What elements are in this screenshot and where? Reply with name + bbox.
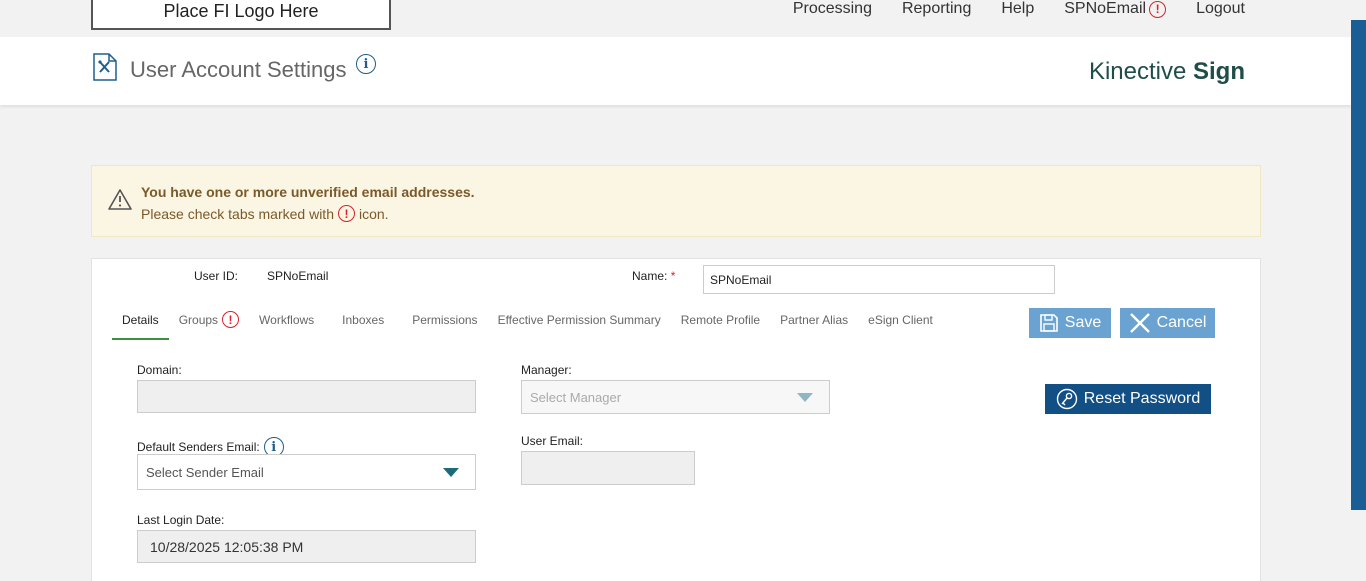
user-settings-panel: User ID: SPNoEmail Name: * Details Group… bbox=[91, 258, 1261, 581]
info-icon[interactable]: i bbox=[356, 54, 376, 74]
user-id-value: SPNoEmail bbox=[267, 269, 329, 283]
alert-message-prefix: Please check tabs marked with bbox=[141, 205, 334, 222]
nav-reporting[interactable]: Reporting bbox=[902, 0, 971, 18]
top-navigation: Place FI Logo Here Processing Reporting … bbox=[0, 0, 1351, 37]
last-login-label: Last Login Date: bbox=[137, 513, 225, 527]
nav-user-menu[interactable]: SPNoEmail ! bbox=[1064, 0, 1167, 18]
alert-title: You have one or more unverified email ad… bbox=[141, 184, 475, 200]
key-icon bbox=[1056, 388, 1077, 410]
chevron-down-icon bbox=[797, 393, 813, 402]
name-label: Name: * bbox=[632, 269, 676, 283]
tab-inboxes[interactable]: Inboxes bbox=[324, 303, 394, 340]
warning-triangle-icon bbox=[108, 189, 132, 210]
alert-message: Please check tabs marked with ! icon. bbox=[141, 205, 389, 222]
cancel-button[interactable]: Cancel bbox=[1120, 308, 1215, 338]
manager-label: Manager: bbox=[521, 363, 572, 377]
settings-tabs: Details Groups! Workflows Inboxes Permis… bbox=[112, 303, 943, 340]
tab-permissions[interactable]: Permissions bbox=[394, 303, 487, 340]
tab-partner-alias[interactable]: Partner Alias bbox=[770, 303, 858, 340]
nav-processing[interactable]: Processing bbox=[793, 0, 872, 18]
settings-document-icon bbox=[93, 53, 117, 81]
tab-esign-client[interactable]: eSign Client bbox=[858, 303, 943, 340]
tab-workflows[interactable]: Workflows bbox=[249, 303, 324, 340]
save-icon bbox=[1039, 314, 1058, 332]
fi-logo-placeholder: Place FI Logo Here bbox=[91, 0, 391, 30]
reset-password-button[interactable]: Reset Password bbox=[1045, 384, 1211, 414]
brand-light: Kinective bbox=[1088, 58, 1187, 85]
tab-effective-permission-summary[interactable]: Effective Permission Summary bbox=[488, 303, 671, 340]
scrollbar[interactable] bbox=[1351, 20, 1366, 510]
unverified-email-alert: You have one or more unverified email ad… bbox=[91, 165, 1261, 237]
tab-remote-profile[interactable]: Remote Profile bbox=[671, 303, 770, 340]
close-icon bbox=[1129, 313, 1150, 333]
user-id-label: User ID: bbox=[194, 269, 239, 283]
warning-icon: ! bbox=[1149, 0, 1167, 18]
domain-label: Domain: bbox=[137, 363, 182, 377]
alert-message-suffix: icon. bbox=[358, 205, 389, 222]
last-login-field: 10/28/2025 12:05:38 PM bbox=[137, 530, 476, 563]
save-button[interactable]: Save bbox=[1029, 308, 1111, 338]
nav-user-name: SPNoEmail bbox=[1064, 0, 1147, 17]
sender-email-select[interactable]: Select Sender Email bbox=[137, 454, 476, 490]
user-email-field[interactable] bbox=[521, 451, 695, 485]
main-nav: Processing Reporting Help SPNoEmail ! Lo… bbox=[793, 0, 1245, 18]
domain-field bbox=[137, 380, 476, 413]
warning-icon: ! bbox=[222, 311, 240, 328]
nav-logout[interactable]: Logout bbox=[1196, 0, 1245, 18]
warning-icon: ! bbox=[337, 205, 355, 222]
brand-logo: Kinective Sign bbox=[1089, 58, 1245, 86]
chevron-down-icon bbox=[443, 468, 459, 477]
name-input[interactable] bbox=[703, 265, 1055, 294]
nav-help[interactable]: Help bbox=[1001, 0, 1034, 18]
tab-groups[interactable]: Groups! bbox=[169, 303, 249, 340]
tab-details[interactable]: Details bbox=[112, 303, 169, 340]
page-title: User Account Settings bbox=[130, 57, 347, 82]
required-marker: * bbox=[670, 269, 676, 283]
user-email-label: User Email: bbox=[521, 434, 584, 448]
brand-bold: Sign bbox=[1193, 58, 1245, 85]
logo-text: Place FI Logo Here bbox=[163, 0, 319, 21]
manager-select[interactable]: Select Manager bbox=[521, 380, 830, 414]
page-header: User Account Settings i Kinective Sign bbox=[0, 37, 1351, 105]
